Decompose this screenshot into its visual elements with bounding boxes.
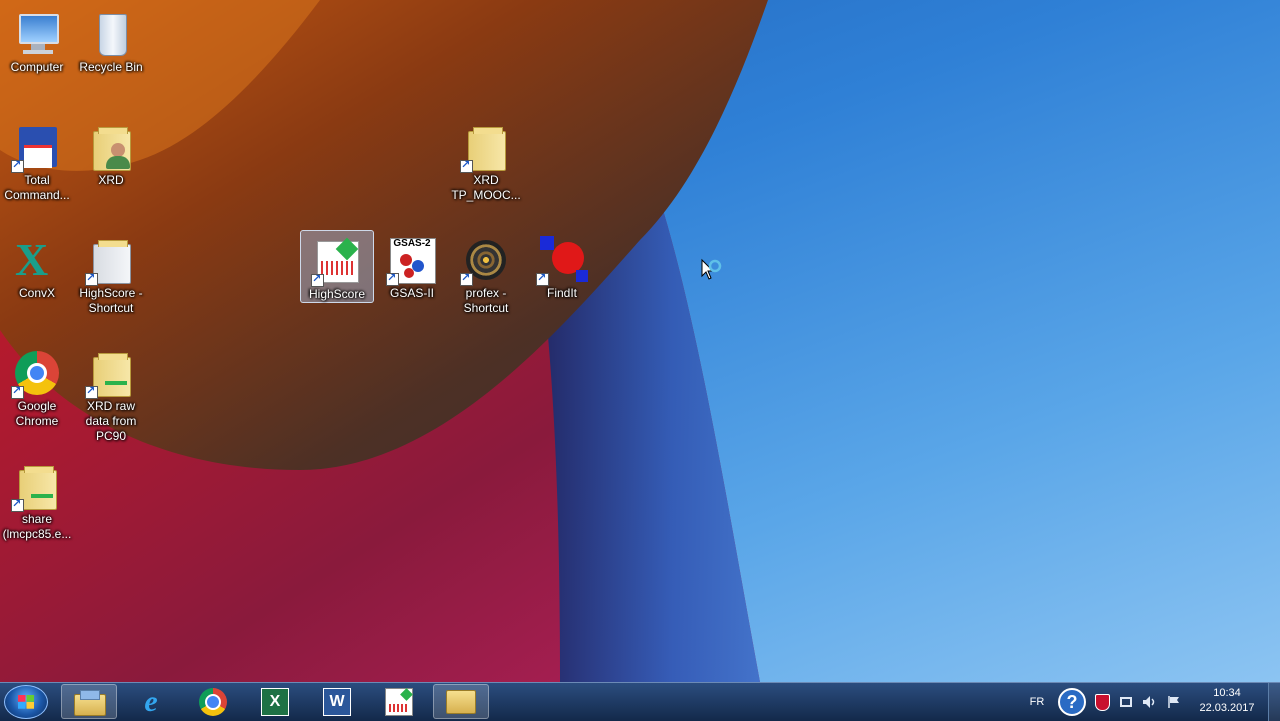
gsas-badge-text: GSAS-2	[393, 238, 431, 249]
desktop-icon-google-chrome[interactable]: Google Chrome	[1, 343, 73, 429]
action-center-flag-icon[interactable]	[1164, 683, 1184, 721]
folder-icon	[85, 236, 135, 286]
profex-icon	[460, 236, 510, 286]
desktop-icon-xrd-raw-data[interactable]: XRD raw data from PC90	[75, 343, 147, 444]
taskbar-chrome[interactable]	[185, 684, 241, 719]
desktop-icon-label: profex - Shortcut	[463, 286, 509, 315]
clock-time: 10:34	[1213, 687, 1241, 699]
desktop-icon-label: XRD	[98, 173, 124, 187]
gsas-icon: GSAS-2	[386, 236, 436, 286]
internet-explorer-icon: e	[144, 684, 158, 718]
desktop-icon-label: Total Command...	[4, 173, 70, 202]
volume-icon[interactable]	[1140, 683, 1160, 721]
desktop-icon-highscore[interactable]: HighScore	[300, 230, 374, 303]
taskbar-folder-window[interactable]	[433, 684, 489, 719]
antivirus-shield-icon[interactable]	[1092, 683, 1112, 721]
desktop-icon-label: GSAS-II	[389, 286, 434, 300]
desktop-icon-label: ConvX	[18, 286, 56, 300]
shortcut-arrow-icon	[460, 271, 473, 286]
desktop-icon-label: FindIt	[546, 286, 577, 300]
language-indicator[interactable]: FR	[1024, 683, 1050, 721]
desktop-icon-total-commander[interactable]: Total Command...	[1, 117, 73, 203]
shortcut-arrow-icon	[11, 497, 24, 512]
network-icon[interactable]	[1116, 683, 1136, 721]
shortcut-arrow-icon	[536, 271, 549, 286]
desktop: Computer Recycle Bin Total Command... XR…	[0, 0, 1280, 682]
desktop-icon-share[interactable]: share (lmcpc85.e...	[1, 456, 73, 542]
desktop-icon-computer[interactable]: Computer	[1, 4, 73, 75]
desktop-icon-label: HighScore	[308, 287, 366, 301]
show-desktop-button[interactable]	[1268, 683, 1280, 721]
convx-icon: X	[15, 234, 49, 285]
shortcut-arrow-icon	[11, 384, 24, 399]
taskbar: e X W FR ? 10:34 22.03.2017	[0, 682, 1280, 721]
desktop-icon-label: Google Chrome	[15, 399, 59, 428]
clock-date: 22.03.2017	[1199, 702, 1255, 714]
desktop-icon-recycle-bin[interactable]: Recycle Bin	[75, 4, 147, 75]
findit-icon	[536, 236, 588, 286]
explorer-folder-icon	[74, 689, 106, 716]
busy-cursor-icon	[700, 258, 724, 282]
excel-icon: X	[261, 687, 289, 716]
taskbar-explorer[interactable]	[61, 684, 117, 719]
highscore-icon	[311, 237, 361, 287]
help-glyph: ?	[1058, 688, 1086, 716]
user-folder-icon	[87, 123, 135, 171]
help-icon[interactable]: ?	[1054, 683, 1090, 721]
shortcut-arrow-icon	[460, 158, 473, 173]
network-folder-icon	[11, 462, 61, 512]
desktop-icon-profex[interactable]: profex - Shortcut	[450, 230, 522, 316]
desktop-icon-label: XRD TP_MOOC...	[451, 173, 521, 202]
desktop-icon-convx[interactable]: X ConvX	[1, 230, 73, 301]
recycle-bin-icon	[87, 10, 135, 58]
computer-icon	[13, 10, 61, 58]
shortcut-arrow-icon	[386, 271, 399, 286]
desktop-icon-label: Recycle Bin	[79, 60, 143, 74]
folder-icon	[460, 123, 510, 173]
taskbar-highscore[interactable]	[371, 684, 427, 719]
shortcut-arrow-icon	[11, 158, 24, 173]
chrome-icon	[11, 349, 61, 399]
desktop-icon-xrd-tp-mooc[interactable]: XRD TP_MOOC...	[450, 117, 522, 203]
chrome-icon	[199, 687, 227, 716]
taskbar-excel[interactable]: X	[247, 684, 303, 719]
desktop-icon-findit[interactable]: FindIt	[526, 230, 598, 301]
desktop-icon-label: share (lmcpc85.e...	[2, 512, 72, 541]
taskbar-word[interactable]: W	[309, 684, 365, 719]
network-folder-icon	[85, 349, 135, 399]
desktop-icon-label: XRD raw data from PC90	[85, 399, 137, 443]
desktop-icon-label: Computer	[10, 60, 64, 74]
shortcut-arrow-icon	[85, 271, 98, 286]
wallpaper-building	[0, 0, 768, 682]
desktop-icon-highscore-shortcut[interactable]: HighScore - Shortcut	[75, 230, 147, 316]
system-clock[interactable]: 10:34 22.03.2017	[1192, 686, 1262, 716]
folder-icon	[446, 689, 476, 714]
floppy-disk-icon	[11, 123, 61, 173]
taskbar-internet-explorer[interactable]: e	[123, 684, 179, 719]
shortcut-arrow-icon	[85, 384, 98, 399]
start-button[interactable]	[4, 685, 48, 719]
desktop-icon-label: HighScore - Shortcut	[79, 286, 143, 315]
shortcut-arrow-icon	[311, 272, 324, 287]
desktop-icon-xrd[interactable]: XRD	[75, 117, 147, 188]
highscore-icon	[385, 687, 413, 716]
word-icon: W	[323, 687, 351, 716]
desktop-icon-gsas-ii[interactable]: GSAS-2 GSAS-II	[376, 230, 448, 301]
